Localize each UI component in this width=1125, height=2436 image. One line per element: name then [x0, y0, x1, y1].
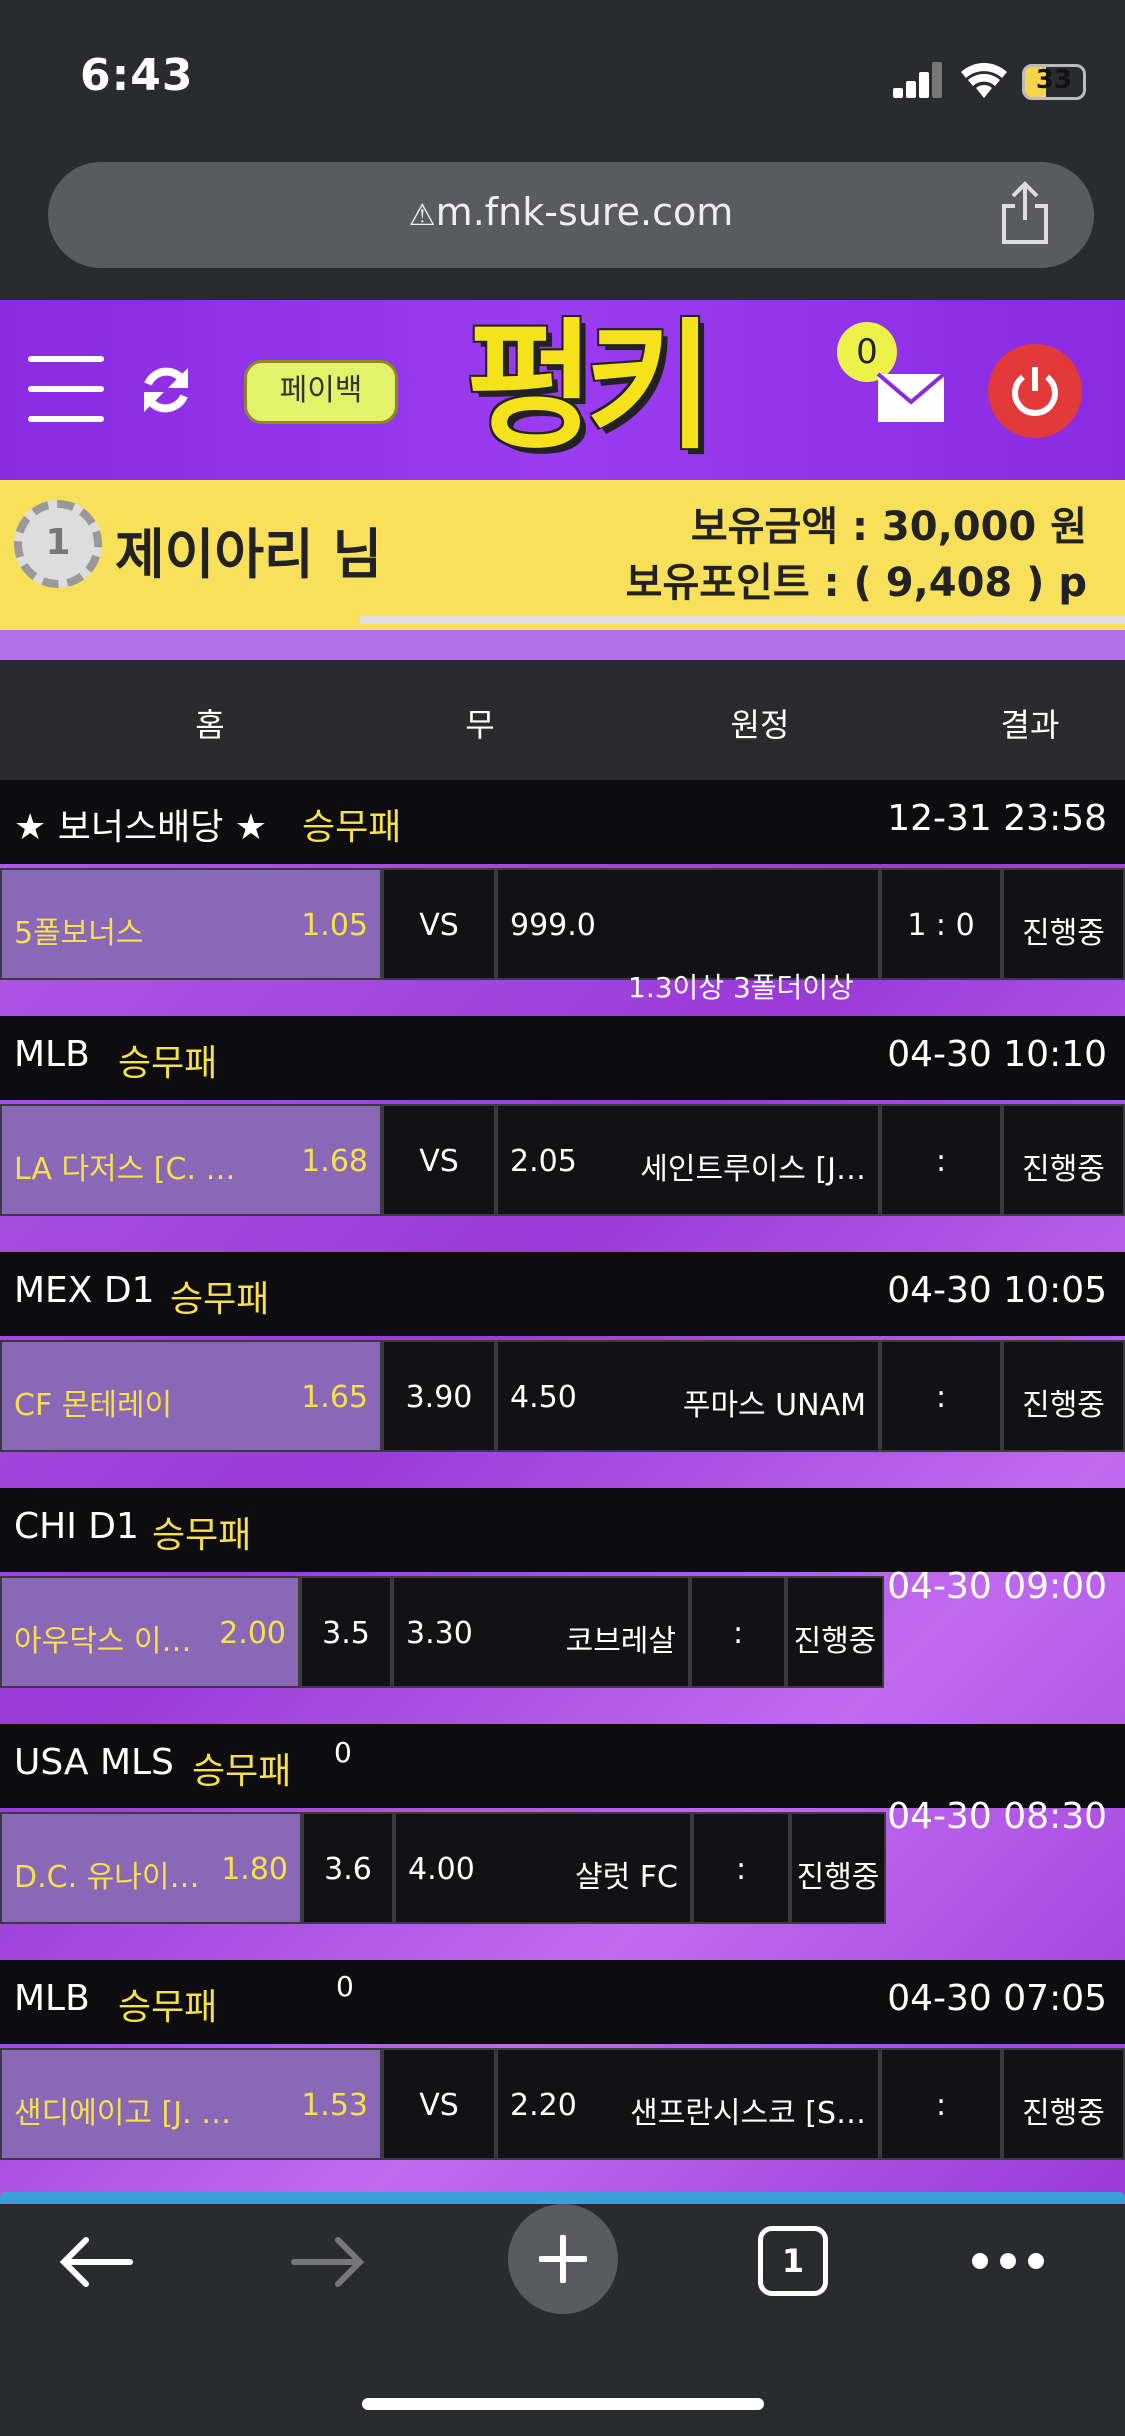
match-header: MLB 승무패 0 04-30 07:05 [0, 1960, 1125, 2044]
menu-icon[interactable] [0, 350, 130, 430]
away-odds-button[interactable]: 2.20 샌프란시스코 [S… [496, 2048, 880, 2160]
user-name: 제이아리 님 [115, 523, 383, 586]
plus-icon [539, 2235, 587, 2283]
wifi-icon [961, 63, 1007, 98]
match-header: MLB 승무패 04-30 10:10 [0, 1016, 1125, 1100]
table-row: CF 몬테레이 1.65 3.90 4.50 푸마스 UNAM : 진행중 [0, 1336, 1125, 1456]
home-odds-button[interactable]: D.C. 유나이… 1.80 [0, 1812, 302, 1924]
home-indicator [362, 2398, 764, 2410]
site-logo[interactable]: 펑키 [455, 308, 715, 468]
draw-cell[interactable]: VS [382, 2048, 496, 2160]
match-header: MEX D1 승무패 04-30 10:05 [0, 1252, 1125, 1336]
score-cell: : [880, 1104, 1002, 1216]
payback-button[interactable]: 페이백 [244, 360, 398, 424]
divider [0, 630, 1125, 660]
away-odds-button[interactable]: 999.0 [496, 868, 880, 980]
balance-text: 보유금액 : 30,000 원 [690, 504, 1087, 550]
league-name: MLB [14, 1034, 90, 1075]
forward-arrow-icon[interactable] [290, 2234, 366, 2290]
match-header: CHI D1 승무패 [0, 1488, 1125, 1572]
league-name: ★ 보너스배당 ★ [14, 807, 268, 848]
home-odds-button[interactable]: 샌디에이고 [J. … 1.53 [0, 2048, 382, 2160]
refresh-icon[interactable] [136, 360, 196, 420]
match-note: 0 [334, 1736, 352, 1769]
score-cell: : [880, 1340, 1002, 1452]
home-odds-button[interactable]: LA 다저스 [C. … 1.68 [0, 1104, 382, 1216]
share-icon[interactable] [998, 180, 1052, 246]
score-cell: : [880, 2048, 1002, 2160]
league-name: USA MLS [14, 1742, 174, 1783]
browser-toolbar: 1 [0, 2204, 1125, 2436]
market-type: 승무패 [118, 1043, 218, 1084]
match-date: 04-30 07:05 [887, 1978, 1107, 2019]
draw-cell[interactable]: VS [382, 1104, 496, 1216]
bonus-note: 1.3이상 3폴더이상 [628, 971, 854, 1004]
status-cell: 진행중 [1002, 1340, 1125, 1452]
table-row: D.C. 유나이… 1.80 3.6 4.00 샬럿 FC : 진행중 [0, 1808, 1125, 1928]
draw-odds-button[interactable]: 3.90 [382, 1340, 496, 1452]
match-date: 04-30 10:10 [887, 1034, 1107, 1075]
battery-indicator: 33 [1022, 64, 1086, 100]
score-cell: : [692, 1812, 790, 1924]
table-row: LA 다저스 [C. … 1.68 VS 2.05 세인트루이스 [J… : 진행중 [0, 1100, 1125, 1220]
column-result: 결과 [1000, 706, 1060, 744]
away-odds-button[interactable]: 2.05 세인트루이스 [J… [496, 1104, 880, 1216]
logout-button[interactable] [988, 344, 1082, 438]
away-odds-button[interactable]: 3.30 코브레살 [392, 1576, 690, 1688]
home-odds-button[interactable]: 5폴보너스 1.05 [0, 868, 382, 980]
draw-odds-button[interactable]: 3.6 [302, 1812, 394, 1924]
market-type: 승무패 [302, 807, 402, 848]
table-row: 5폴보너스 1.05 VS 999.0 1 : 0 진행중 [0, 864, 1125, 984]
url-text: m.fnk-sure.com [435, 190, 734, 234]
column-draw: 무 [465, 706, 495, 744]
market-type: 승무패 [152, 1515, 252, 1556]
score-cell: : [690, 1576, 786, 1688]
scroll-indicator [360, 616, 1125, 624]
match-header: ★ 보너스배당 ★ 승무패 12-31 23:58 [0, 780, 1125, 864]
new-tab-button[interactable] [508, 2204, 618, 2314]
power-icon [1012, 367, 1058, 416]
table-row: 샌디에이고 [J. … 1.53 VS 2.20 샌프란시스코 [S… : 진행중 [0, 2044, 1125, 2164]
status-cell: 진행중 [1002, 2048, 1125, 2160]
league-name: MEX D1 [14, 1270, 155, 1311]
more-icon[interactable] [970, 2250, 1046, 2272]
column-header-row: 홈 무 원정 결과 [0, 660, 1125, 780]
match-note: 0 [336, 1970, 354, 2003]
address-bar[interactable]: ⚠m.fnk-sure.com [48, 162, 1094, 268]
signal-icon [893, 62, 943, 98]
mail-icon[interactable] [876, 372, 946, 424]
market-type: 승무패 [118, 1987, 218, 2028]
away-odds-button[interactable]: 4.00 샬럿 FC [394, 1812, 692, 1924]
league-name: MLB [14, 1978, 90, 2019]
back-arrow-icon[interactable] [58, 2234, 134, 2290]
match-list: ★ 보너스배당 ★ 승무패 12-31 23:58 5폴보너스 1.05 VS 9… [0, 780, 1125, 2204]
clock: 6:43 [80, 50, 194, 101]
home-odds-button[interactable]: CF 몬테레이 1.65 [0, 1340, 382, 1452]
market-type: 승무패 [192, 1751, 292, 1792]
status-cell: 진행중 [790, 1812, 886, 1924]
status-cell: 진행중 [1002, 1104, 1125, 1216]
status-cell: 진행중 [1002, 868, 1125, 980]
warning-icon: ⚠ [408, 198, 436, 233]
score-cell: 1 : 0 [880, 868, 1002, 980]
away-odds-button[interactable]: 4.50 푸마스 UNAM [496, 1340, 880, 1452]
points-text: 보유포인트 : ( 9,408 ) p [625, 560, 1087, 606]
draw-cell[interactable]: VS [382, 868, 496, 980]
draw-odds-button[interactable]: 3.5 [300, 1576, 392, 1688]
level-chip-icon: 1 [14, 500, 102, 588]
tabs-button[interactable]: 1 [758, 2226, 828, 2296]
league-name: CHI D1 [14, 1506, 139, 1547]
user-info-bar: 1 제이아리 님 보유금액 : 30,000 원 보유포인트 : ( 9,408… [0, 480, 1125, 630]
site-header: 페이백 펑키 0 [0, 300, 1125, 480]
match-date: 04-30 10:05 [887, 1270, 1107, 1311]
market-type: 승무패 [170, 1279, 270, 1320]
home-odds-button[interactable]: 아우닥스 이… 2.00 [0, 1576, 300, 1688]
column-home: 홈 [195, 706, 225, 744]
status-cell: 진행중 [786, 1576, 884, 1688]
match-date: 12-31 23:58 [887, 798, 1107, 839]
status-bar: 6:43 33 [0, 0, 1125, 150]
column-away: 원정 [730, 706, 790, 744]
table-row: 아우닥스 이… 2.00 3.5 3.30 코브레살 : 진행중 [0, 1572, 1125, 1692]
next-section-edge [0, 2192, 1125, 2204]
